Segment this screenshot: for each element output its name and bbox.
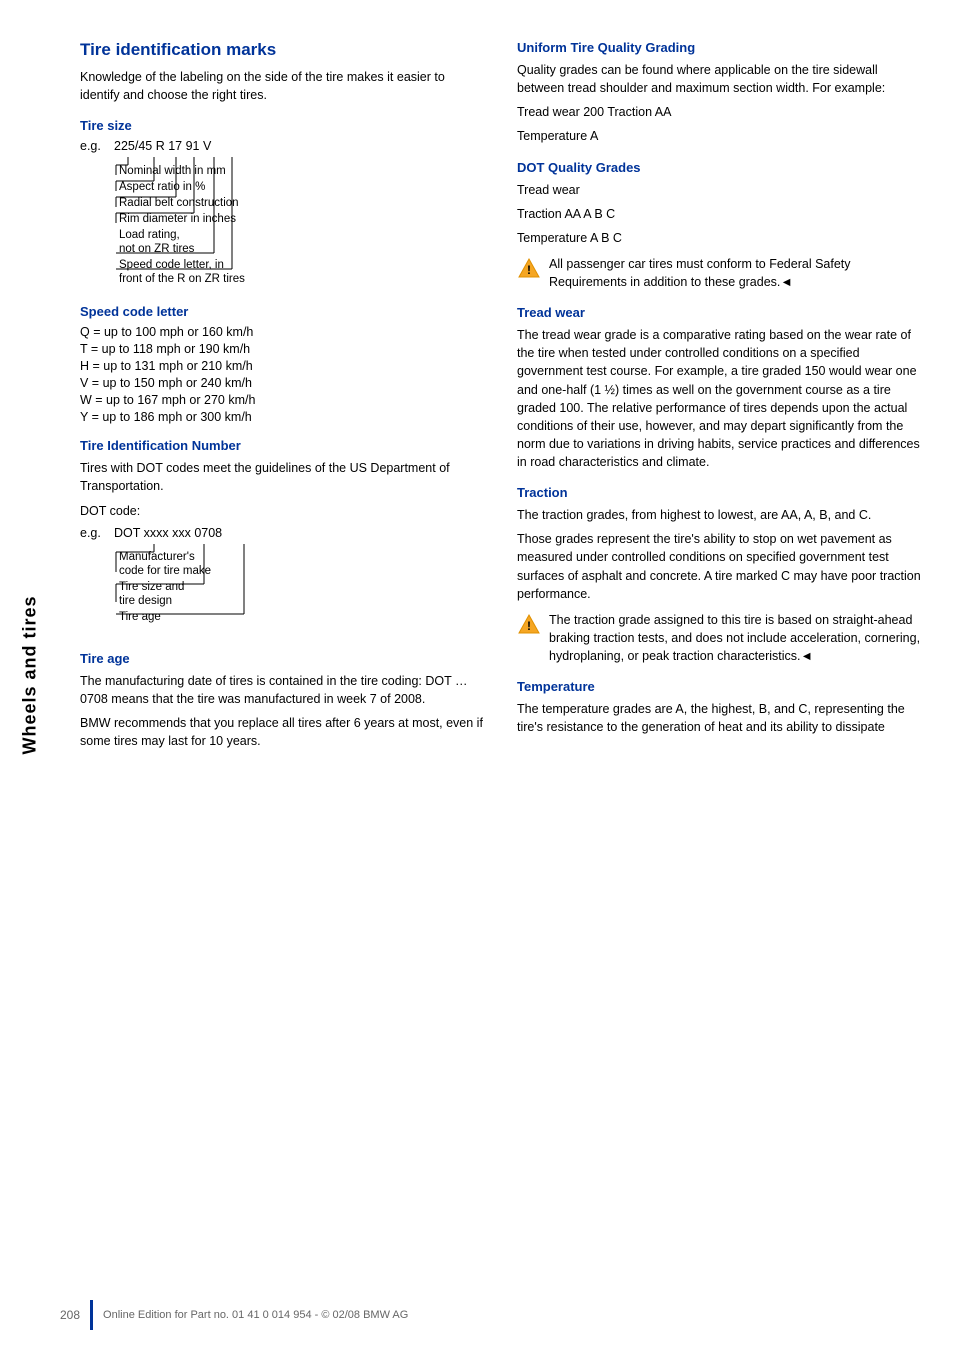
tire-size-title: Tire size: [80, 118, 487, 133]
diagram-right: 225/45 R 17 91 V: [114, 139, 487, 290]
utqg-example1: Tread wear 200 Traction AA: [517, 103, 924, 121]
speed-item-v: V = up to 150 mph or 240 km/h: [80, 376, 487, 390]
warning-icon-2: !: [517, 613, 541, 637]
traction-title: Traction: [517, 485, 924, 500]
tin-intro: Tires with DOT codes meet the guidelines…: [80, 459, 487, 495]
dot-code: DOT xxxx xxx 0708: [114, 526, 487, 540]
svg-text:Load rating,: Load rating,: [119, 229, 180, 241]
footer: 208 Online Edition for Part no. 01 41 0 …: [60, 1300, 954, 1330]
diagram-eg-label: e.g.: [80, 139, 110, 290]
speed-item-w: W = up to 167 mph or 270 km/h: [80, 393, 487, 407]
tire-age-p2: BMW recommends that you replace all tire…: [80, 714, 487, 750]
dot-quality-title: DOT Quality Grades: [517, 160, 924, 175]
dot-diagram: e.g. DOT xxxx xxx 0708: [80, 526, 487, 637]
dot-label: DOT code:: [80, 502, 487, 520]
dot-eg-label: e.g.: [80, 526, 110, 637]
svg-text:Manufacturer's: Manufacturer's: [119, 551, 195, 563]
warning-box-2: ! The traction grade assigned to this ti…: [517, 611, 924, 665]
svg-text:tire design: tire design: [119, 595, 172, 607]
utqg-example2: Temperature A: [517, 127, 924, 145]
speed-item-h: H = up to 131 mph or 210 km/h: [80, 359, 487, 373]
tire-size-svg: Nominal width in mm Aspect ratio in % Ra…: [114, 157, 404, 287]
right-column: Uniform Tire Quality Grading Quality gra…: [517, 40, 924, 1310]
speed-item-t: T = up to 118 mph or 190 km/h: [80, 342, 487, 356]
warning-box-1: ! All passenger car tires must conform t…: [517, 255, 924, 291]
tire-size-diagram: e.g. 225/45 R 17 91 V: [80, 139, 487, 290]
speed-item-y: Y = up to 186 mph or 300 km/h: [80, 410, 487, 424]
tire-eg: e.g.: [80, 139, 110, 153]
svg-text:Tire size and: Tire size and: [119, 581, 184, 593]
svg-text:Nominal width in mm: Nominal width in mm: [119, 165, 226, 177]
dot-grade-2: Traction AA A B C: [517, 205, 924, 223]
page-number: 208: [60, 1308, 80, 1322]
speed-code-title: Speed code letter: [80, 304, 487, 319]
traction-p2: Those grades represent the tire's abilit…: [517, 530, 924, 603]
tire-age-title: Tire age: [80, 651, 487, 666]
tread-wear-title: Tread wear: [517, 305, 924, 320]
svg-text:code for tire make: code for tire make: [119, 565, 211, 577]
dot-svg: Manufacturer's code for tire make Tire s…: [114, 544, 374, 634]
intro-text: Knowledge of the labeling on the side of…: [80, 68, 487, 104]
svg-text:Speed code letter, in: Speed code letter, in: [119, 259, 224, 271]
svg-text:!: !: [527, 619, 531, 633]
page-container: Wheels and tires Tire identification mar…: [0, 0, 954, 1350]
footer-text: Online Edition for Part no. 01 41 0 014 …: [103, 1309, 408, 1321]
svg-text:not on ZR tires: not on ZR tires: [119, 243, 195, 255]
footer-divider: [90, 1300, 93, 1330]
tire-age-p1: The manufacturing date of tires is conta…: [80, 672, 487, 708]
traction-p1: The traction grades, from highest to low…: [517, 506, 924, 524]
utqg-title: Uniform Tire Quality Grading: [517, 40, 924, 55]
sidebar: Wheels and tires: [0, 0, 60, 1350]
dot-grade-1: Tread wear: [517, 181, 924, 199]
dot-diagram-right: DOT xxxx xxx 0708 Manufacturer's: [114, 526, 487, 637]
svg-text:Radial belt construction: Radial belt construction: [119, 197, 239, 209]
temperature-title: Temperature: [517, 679, 924, 694]
utqg-p1: Quality grades can be found where applic…: [517, 61, 924, 97]
left-column: Tire identification marks Knowledge of t…: [80, 40, 487, 1310]
warning-text-1: All passenger car tires must conform to …: [549, 255, 924, 291]
tread-wear-p: The tread wear grade is a comparative ra…: [517, 326, 924, 471]
warning-icon-1: !: [517, 257, 541, 281]
svg-text:Rim diameter in inches: Rim diameter in inches: [119, 213, 236, 225]
svg-text:front of the R on ZR tires: front of the R on ZR tires: [119, 273, 245, 285]
main-content: Tire identification marks Knowledge of t…: [60, 0, 954, 1350]
main-title: Tire identification marks: [80, 40, 487, 60]
sidebar-label: Wheels and tires: [20, 595, 41, 754]
dot-grade-3: Temperature A B C: [517, 229, 924, 247]
svg-text:Tire age: Tire age: [119, 611, 161, 623]
svg-text:!: !: [527, 263, 531, 277]
tin-title: Tire Identification Number: [80, 438, 487, 453]
tire-code: 225/45 R 17 91 V: [114, 139, 487, 153]
warning-text-2: The traction grade assigned to this tire…: [549, 611, 924, 665]
svg-text:Aspect ratio in %: Aspect ratio in %: [119, 181, 205, 193]
dot-eg: e.g.: [80, 526, 110, 540]
speed-code-list: Q = up to 100 mph or 160 km/h T = up to …: [80, 325, 487, 424]
speed-item-q: Q = up to 100 mph or 160 km/h: [80, 325, 487, 339]
temperature-p: The temperature grades are A, the highes…: [517, 700, 924, 736]
